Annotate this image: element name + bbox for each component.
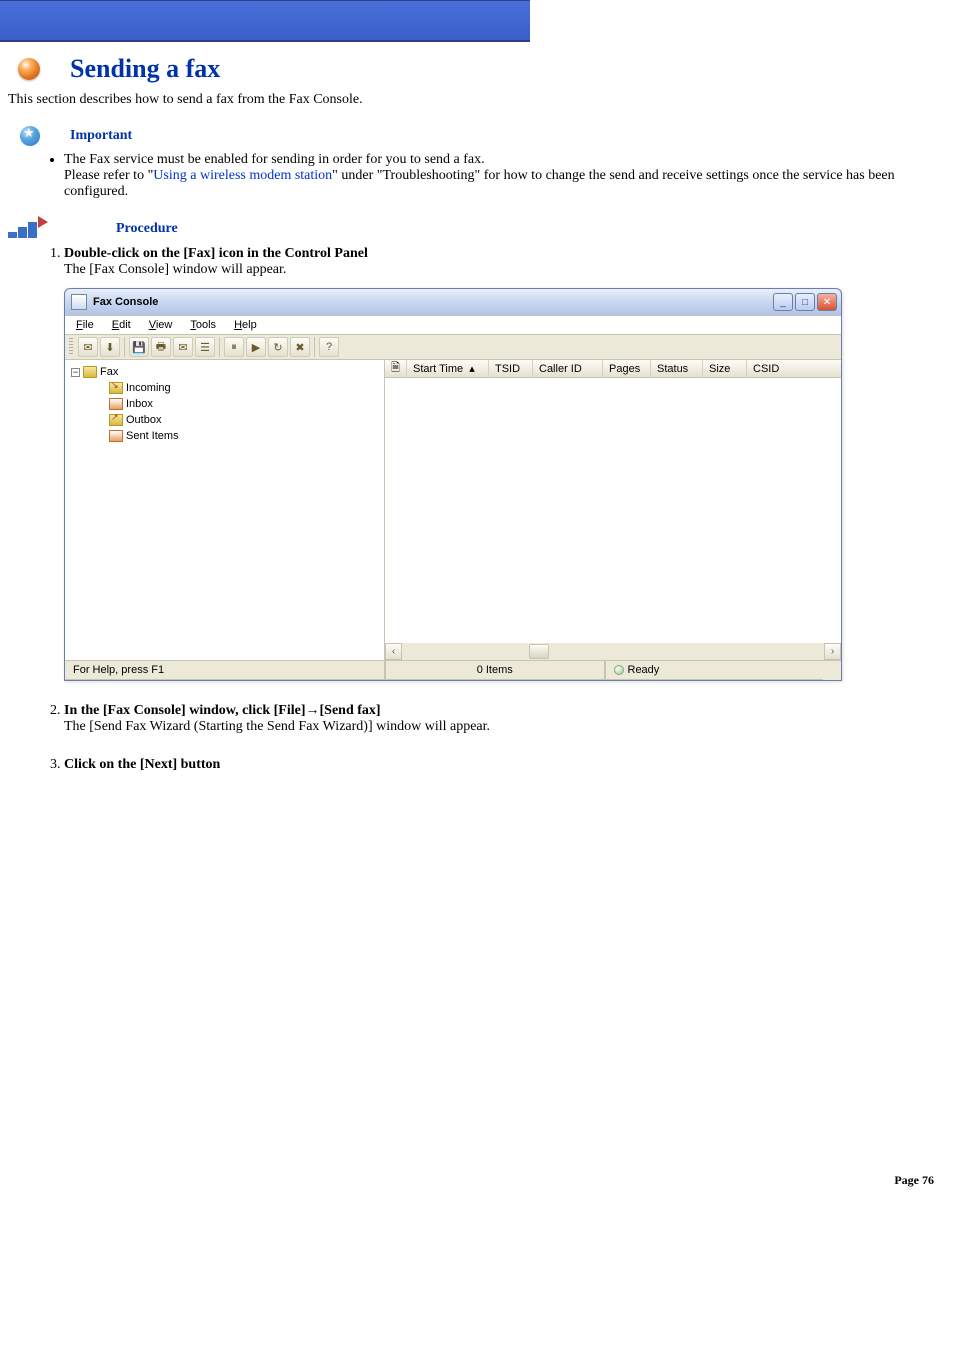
- important-list: The Fax service must be enabled for send…: [40, 152, 946, 200]
- toolbar-receive-icon[interactable]: ⬇: [100, 337, 120, 357]
- outbox-folder-icon: [109, 414, 123, 426]
- important-text-2a: Please refer to ": [64, 168, 153, 183]
- tree-root[interactable]: − Fax: [71, 364, 378, 380]
- tree-outbox[interactable]: Outbox: [71, 412, 378, 428]
- tree-outbox-label: Outbox: [126, 414, 161, 426]
- toolbar-pause-icon[interactable]: ⏸: [224, 337, 244, 357]
- important-star-icon: [20, 126, 40, 146]
- status-ready: Ready: [605, 661, 824, 680]
- fax-console-title: Fax Console: [93, 296, 771, 308]
- step-2-desc: The [Send Fax Wizard (Starting the Send …: [64, 719, 490, 734]
- col-start-time[interactable]: Start Time ▴: [407, 360, 489, 377]
- tree-incoming-label: Incoming: [126, 382, 171, 394]
- scroll-left-icon[interactable]: ‹: [385, 643, 402, 660]
- horizontal-scrollbar[interactable]: ‹ ›: [385, 643, 841, 660]
- col-icon[interactable]: 🗎: [385, 360, 407, 377]
- status-items: 0 Items: [385, 661, 605, 680]
- step-3-title: Click on the [Next] button: [64, 757, 220, 772]
- incoming-folder-icon: [109, 382, 123, 394]
- col-status[interactable]: Status: [651, 360, 703, 377]
- fax-console-app-icon: [71, 294, 87, 310]
- close-button[interactable]: ✕: [817, 293, 837, 311]
- toolbar-help-icon[interactable]: ?: [319, 337, 339, 357]
- toolbar: ✉ ⬇ 💾 🖶 ✉ ☰ ⏸ ▶ ↻ ✖ ?: [65, 335, 841, 360]
- scroll-thumb[interactable]: [529, 644, 549, 659]
- fax-console-window: Fax Console _ □ ✕ File Edit View Tools H…: [64, 288, 842, 681]
- top-banner: [0, 0, 530, 42]
- ready-icon: [614, 665, 624, 675]
- footer-label: Page: [894, 1173, 919, 1187]
- inbox-folder-icon: [109, 398, 123, 410]
- page-title: Sending a fax: [70, 54, 220, 84]
- section-bullet-icon: [18, 58, 40, 80]
- scroll-track[interactable]: [402, 643, 824, 660]
- menu-view[interactable]: View: [142, 318, 180, 332]
- step-1: Double-click on the [Fax] icon in the Co…: [64, 246, 946, 681]
- wireless-modem-link[interactable]: Using a wireless modem station: [153, 168, 332, 183]
- scroll-right-icon[interactable]: ›: [824, 643, 841, 660]
- toolbar-restart-icon[interactable]: ↻: [268, 337, 288, 357]
- toolbar-print-icon[interactable]: 🖶: [151, 337, 171, 357]
- procedure-steps-icon: [8, 220, 46, 238]
- toolbar-props-icon[interactable]: ☰: [195, 337, 215, 357]
- step-1-title: Double-click on the [Fax] icon in the Co…: [64, 246, 368, 261]
- tree-sent-label: Sent Items: [126, 430, 179, 442]
- procedure-steps: Double-click on the [Fax] icon in the Co…: [40, 246, 946, 773]
- folder-tree[interactable]: − Fax Incoming Inbox: [65, 360, 385, 660]
- menu-edit[interactable]: Edit: [105, 318, 138, 332]
- fax-console-titlebar[interactable]: Fax Console _ □ ✕: [65, 289, 841, 315]
- toolbar-mail-icon[interactable]: ✉: [173, 337, 193, 357]
- sort-asc-icon: ▴: [469, 362, 475, 375]
- step-2-title: In the [Fax Console] window, click [File…: [64, 703, 381, 718]
- important-text-1: The Fax service must be enabled for send…: [64, 152, 485, 167]
- list-body[interactable]: [385, 378, 841, 643]
- list-header: 🗎 Start Time ▴ TSID Caller ID Pages Stat…: [385, 360, 841, 378]
- toolbar-grip-icon: [69, 338, 73, 356]
- col-caller-id[interactable]: Caller ID: [533, 360, 603, 377]
- sent-folder-icon: [109, 430, 123, 442]
- tree-inbox-label: Inbox: [126, 398, 153, 410]
- important-heading-row: Important: [20, 126, 954, 146]
- step-1-desc: The [Fax Console] window will appear.: [64, 262, 286, 277]
- status-help: For Help, press F1: [65, 661, 385, 680]
- page-footer: Page 76: [0, 1173, 934, 1188]
- tree-incoming[interactable]: Incoming: [71, 380, 378, 396]
- menu-file[interactable]: File: [69, 318, 101, 332]
- col-tsid[interactable]: TSID: [489, 360, 533, 377]
- footer-number: 76: [922, 1173, 934, 1187]
- title-row: Sending a fax: [18, 54, 954, 84]
- toolbar-resume-icon[interactable]: ▶: [246, 337, 266, 357]
- important-heading: Important: [70, 128, 132, 144]
- step-3: Click on the [Next] button: [64, 757, 946, 773]
- step-2: In the [Fax Console] window, click [File…: [64, 703, 946, 735]
- maximize-button[interactable]: □: [795, 293, 815, 311]
- status-ready-text: Ready: [628, 664, 660, 676]
- tree-sent[interactable]: Sent Items: [71, 428, 378, 444]
- tree-collapse-icon[interactable]: −: [71, 368, 80, 377]
- menu-help[interactable]: Help: [227, 318, 264, 332]
- toolbar-save-icon[interactable]: 💾: [129, 337, 149, 357]
- col-size[interactable]: Size: [703, 360, 747, 377]
- menu-tools[interactable]: Tools: [183, 318, 223, 332]
- col-csid[interactable]: CSID: [747, 360, 841, 377]
- procedure-heading-row: Procedure: [8, 220, 954, 238]
- fax-folder-icon: [83, 366, 97, 378]
- menu-bar: File Edit View Tools Help: [65, 315, 841, 335]
- tree-root-label: Fax: [100, 366, 118, 378]
- message-list: 🗎 Start Time ▴ TSID Caller ID Pages Stat…: [385, 360, 841, 660]
- tree-inbox[interactable]: Inbox: [71, 396, 378, 412]
- col-pages[interactable]: Pages: [603, 360, 651, 377]
- procedure-heading: Procedure: [116, 221, 178, 237]
- status-bar: For Help, press F1 0 Items Ready: [65, 660, 841, 680]
- toolbar-new-icon[interactable]: ✉: [78, 337, 98, 357]
- important-item: The Fax service must be enabled for send…: [64, 152, 946, 200]
- minimize-button[interactable]: _: [773, 293, 793, 311]
- doc-header-icon: 🗎: [391, 359, 400, 378]
- intro-text: This section describes how to send a fax…: [8, 92, 946, 108]
- toolbar-delete-icon[interactable]: ✖: [290, 337, 310, 357]
- fax-console-body: − Fax Incoming Inbox: [65, 360, 841, 660]
